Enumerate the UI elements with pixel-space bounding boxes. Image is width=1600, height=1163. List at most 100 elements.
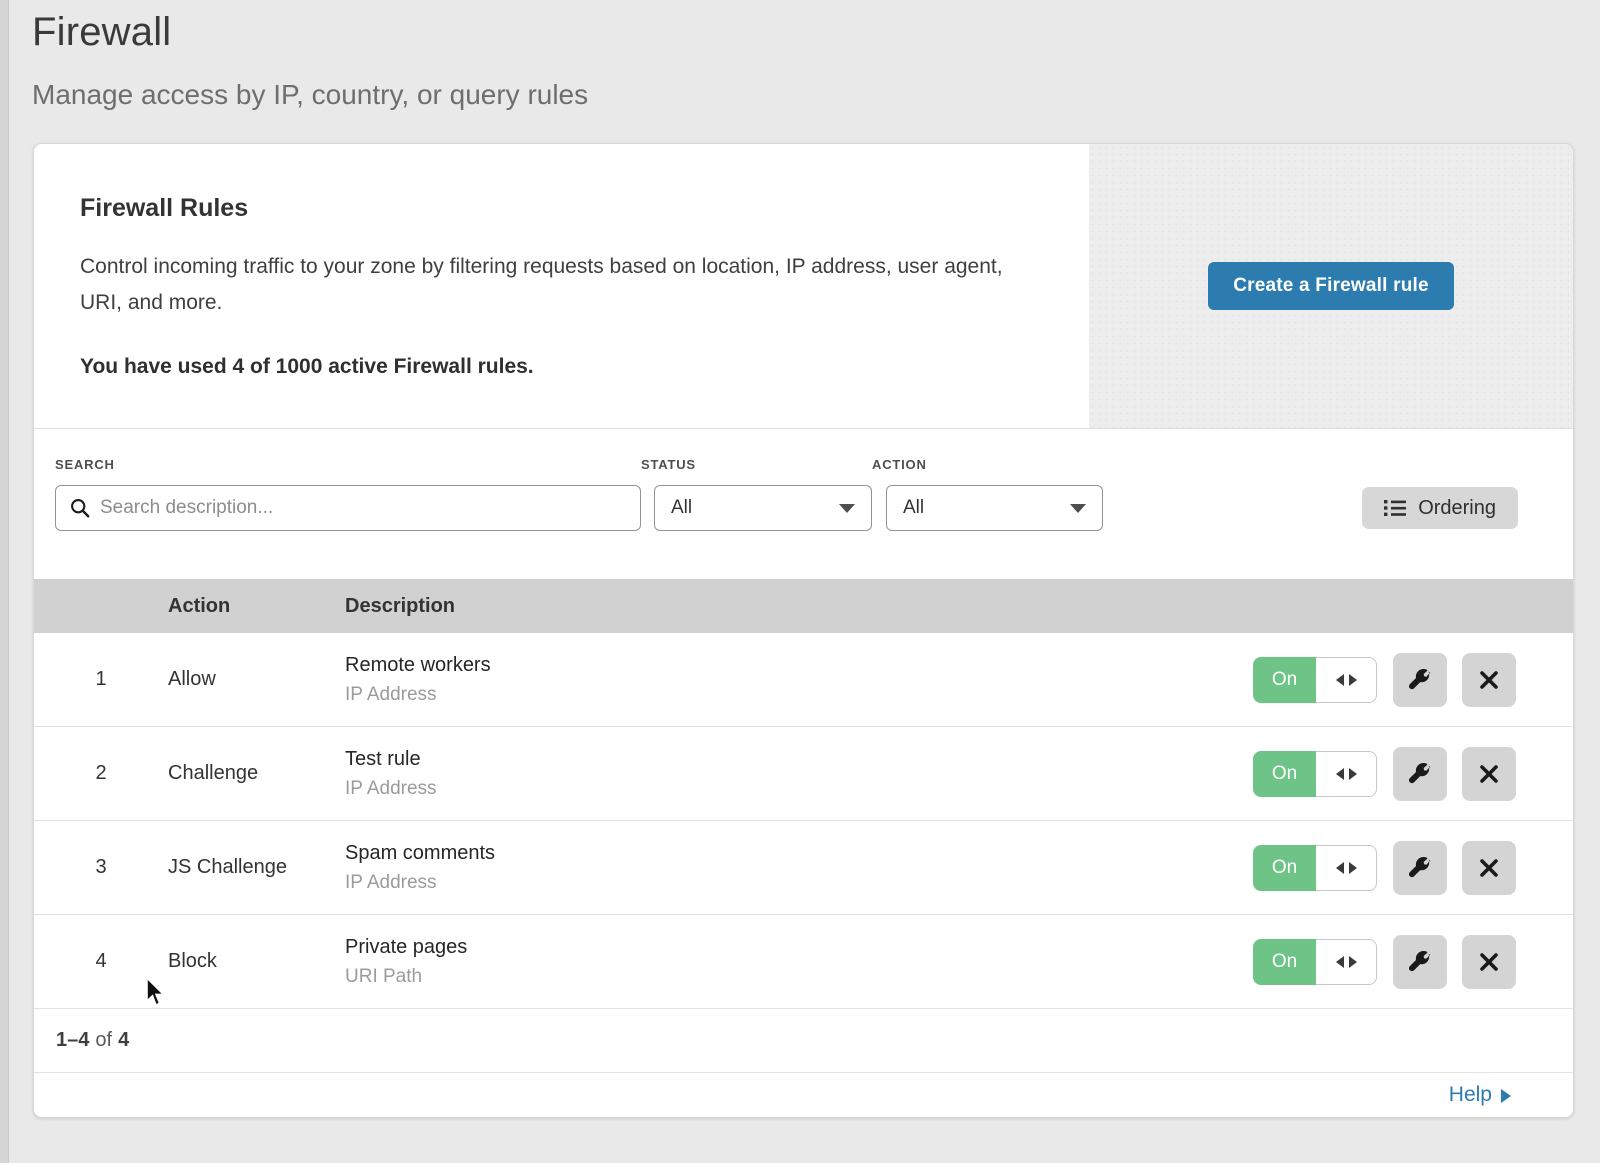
arrow-left-icon <box>1336 956 1344 968</box>
arrow-right-icon <box>1349 862 1357 874</box>
card-heading: Firewall Rules <box>80 194 1029 223</box>
delete-rule-button[interactable] <box>1462 653 1516 707</box>
rule-toggle[interactable]: On <box>1253 939 1377 985</box>
card-description: Control incoming traffic to your zone by… <box>80 249 1029 321</box>
column-action: Action <box>168 595 345 618</box>
close-icon <box>1479 952 1499 972</box>
rule-title: Private pages <box>345 936 1253 959</box>
arrow-right-icon <box>1349 956 1357 968</box>
action-filter-group: ACTION All <box>872 457 1103 531</box>
rule-match-type: IP Address <box>345 778 1253 800</box>
edit-rule-button[interactable] <box>1393 935 1447 989</box>
toggle-on-label[interactable]: On <box>1253 751 1316 797</box>
rule-title: Spam comments <box>345 842 1253 865</box>
delete-rule-button[interactable] <box>1462 841 1516 895</box>
rule-match-type: IP Address <box>345 684 1253 706</box>
status-select-value: All <box>671 497 692 519</box>
wrench-icon <box>1409 669 1431 691</box>
toggle-handle[interactable] <box>1316 657 1377 703</box>
action-label: ACTION <box>872 457 1103 472</box>
toggle-on-label[interactable]: On <box>1253 939 1316 985</box>
rule-controls: On <box>1253 747 1573 801</box>
rule-priority: 2 <box>34 762 168 785</box>
ordering-button[interactable]: Ordering <box>1362 487 1518 529</box>
delete-rule-button[interactable] <box>1462 935 1516 989</box>
toggle-on-label[interactable]: On <box>1253 657 1316 703</box>
pagination-total: 4 <box>118 1029 129 1052</box>
wrench-icon <box>1409 951 1431 973</box>
page-title: Firewall <box>32 10 588 55</box>
toggle-handle[interactable] <box>1316 845 1377 891</box>
rule-title: Test rule <box>345 748 1253 771</box>
arrow-right-icon <box>1349 768 1357 780</box>
search-label: SEARCH <box>55 457 641 472</box>
toggle-handle[interactable] <box>1316 751 1377 797</box>
rule-toggle[interactable]: On <box>1253 657 1377 703</box>
rule-controls: On <box>1253 653 1573 707</box>
filters-bar: SEARCH STATUS All ACTION All <box>34 429 1573 579</box>
search-filter-group: SEARCH <box>55 457 641 531</box>
toggle-handle[interactable] <box>1316 939 1377 985</box>
ordering-button-label: Ordering <box>1418 497 1496 520</box>
column-description: Description <box>345 595 1573 618</box>
edit-rule-button[interactable] <box>1393 841 1447 895</box>
edit-rule-button[interactable] <box>1393 747 1447 801</box>
action-select[interactable]: All <box>886 485 1103 531</box>
table-row: 3 JS Challenge Spam comments IP Address … <box>34 821 1573 915</box>
close-icon <box>1479 858 1499 878</box>
arrow-right-icon <box>1501 1089 1511 1103</box>
search-box[interactable] <box>55 485 641 531</box>
rule-description: Remote workers IP Address <box>345 654 1253 706</box>
help-link[interactable]: Help <box>1449 1083 1511 1107</box>
create-firewall-rule-button[interactable]: Create a Firewall rule <box>1208 262 1454 310</box>
arrow-left-icon <box>1336 674 1344 686</box>
rule-toggle[interactable]: On <box>1253 751 1377 797</box>
rule-match-type: URI Path <box>345 966 1253 988</box>
rule-priority: 1 <box>34 668 168 691</box>
arrow-right-icon <box>1349 674 1357 686</box>
card-footer: Help <box>34 1073 1573 1117</box>
pagination-of-label: of <box>95 1029 112 1052</box>
left-edge-shadow <box>0 0 9 1163</box>
wrench-icon <box>1409 857 1431 879</box>
action-select-value: All <box>903 497 924 519</box>
rule-action: Allow <box>168 668 345 691</box>
rule-description: Spam comments IP Address <box>345 842 1253 894</box>
rule-controls: On <box>1253 935 1573 989</box>
rule-description: Test rule IP Address <box>345 748 1253 800</box>
search-input[interactable] <box>100 497 626 519</box>
status-select[interactable]: All <box>654 485 872 531</box>
page-subtitle: Manage access by IP, country, or query r… <box>32 79 588 111</box>
rule-toggle[interactable]: On <box>1253 845 1377 891</box>
delete-rule-button[interactable] <box>1462 747 1516 801</box>
rule-action: Challenge <box>168 762 345 785</box>
pagination-range: 1–4 <box>56 1029 89 1052</box>
list-icon <box>1384 499 1406 517</box>
table-header: Action Description <box>34 579 1573 633</box>
rule-controls: On <box>1253 841 1573 895</box>
table-row: 4 Block Private pages URI Path On <box>34 915 1573 1009</box>
chevron-down-icon <box>839 504 855 513</box>
help-link-label: Help <box>1449 1083 1492 1107</box>
card-top-section: Firewall Rules Control incoming traffic … <box>34 144 1573 429</box>
arrow-left-icon <box>1336 768 1344 780</box>
edit-rule-button[interactable] <box>1393 653 1447 707</box>
toggle-on-label[interactable]: On <box>1253 845 1316 891</box>
close-icon <box>1479 764 1499 784</box>
rule-priority: 4 <box>34 950 168 973</box>
firewall-rules-card: Firewall Rules Control incoming traffic … <box>33 143 1574 1118</box>
status-label: STATUS <box>641 457 872 472</box>
search-icon <box>70 498 90 518</box>
pagination-bar: 1–4 of 4 <box>34 1009 1573 1073</box>
page-header: Firewall Manage access by IP, country, o… <box>32 10 588 111</box>
card-aside-panel: Create a Firewall rule <box>1089 144 1573 428</box>
arrow-left-icon <box>1336 862 1344 874</box>
rule-priority: 3 <box>34 856 168 879</box>
rule-title: Remote workers <box>345 654 1253 677</box>
table-row: 2 Challenge Test rule IP Address On <box>34 727 1573 821</box>
wrench-icon <box>1409 763 1431 785</box>
status-filter-group: STATUS All <box>641 457 872 531</box>
rule-description: Private pages URI Path <box>345 936 1253 988</box>
table-row: 1 Allow Remote workers IP Address On <box>34 633 1573 727</box>
card-usage-text: You have used 4 of 1000 active Firewall … <box>80 355 1029 379</box>
